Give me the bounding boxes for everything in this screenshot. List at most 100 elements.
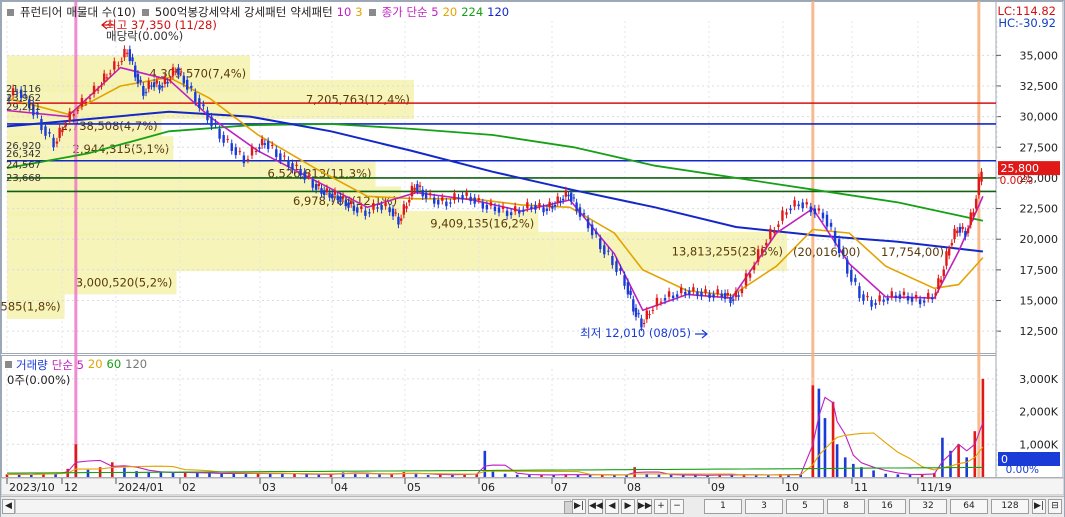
candle-body [428,193,432,196]
candle-body [603,245,606,255]
candle-body [906,296,910,301]
candle-body [339,196,342,203]
candle-body [886,298,889,301]
candle-body [113,61,116,70]
candle-body [250,147,254,156]
candle-body [947,249,951,256]
candle-body [266,141,270,149]
setting-text[interactable]: 매물대 수(10) [66,4,136,20]
candle-body [481,202,485,209]
go-latest-button[interactable]: ▶| [1032,499,1046,514]
candle-body [84,101,88,103]
candle-body [254,150,258,152]
candle-body [150,85,153,87]
volume-bar [669,475,673,477]
volume-bar [872,470,875,477]
candle-body [179,71,183,73]
zoom-out-button[interactable]: − [670,499,684,514]
volume-bar [171,473,175,477]
chart-window: 4,305,570(7,4%) 7,205,763(12,4%) 2,738,508… [0,0,1065,517]
volume-profile-label: 9,409,135(16,2%) [430,216,534,230]
legend-square-icon [368,8,376,16]
candle-body [131,57,134,62]
candle-body [655,297,659,307]
candle-body [645,310,649,320]
candle-body [287,159,290,167]
candle-body [61,130,64,133]
candle-body [242,155,246,164]
stock-name[interactable]: 퓨런티어 [20,4,62,20]
zoom-level-button[interactable]: 32 [909,499,947,514]
candle-body [704,289,707,293]
candle-body [629,290,632,295]
weak-pattern-label[interactable]: 약세패턴 [290,4,332,20]
candle-body [958,226,962,233]
candle-body [785,212,788,215]
volume-bar [817,388,821,477]
indicator-label[interactable]: 500억봉강세약세 강세패턴 [155,4,286,20]
candle-body [825,214,829,227]
candle-body [931,297,934,300]
price-tick-label: 12,500 [1020,325,1059,338]
candle-body [545,208,549,212]
rewind-button[interactable]: ◀◀ [588,499,603,514]
volume-bar [483,450,487,477]
candle-body [263,143,267,145]
x-axis-label: 2023/10 [9,481,55,494]
candle-body [789,208,792,211]
volume-bar [317,474,321,477]
candle-body [964,231,967,237]
fast-forward-button[interactable]: ▶▶ [637,499,652,514]
zoom-level-button[interactable]: 8 [827,499,865,514]
candle-body [314,184,318,190]
zoom-level-button[interactable]: 3 [745,499,783,514]
volume-tick-label: 3,000K [1019,373,1058,386]
candle-body [461,195,464,200]
candle-body [773,230,776,234]
candle-body [68,111,71,122]
candle-body [360,206,363,209]
candle-body [720,293,723,297]
price-tick-label: 17,500 [1020,264,1059,277]
volume-bar [220,473,223,477]
candle-body [648,313,651,315]
candle-body [805,202,808,205]
candle-body [397,216,400,225]
zoom-level-button[interactable]: 128 [991,499,1029,514]
candle-body [756,249,760,262]
scroll-end-button[interactable]: ▶| [572,499,586,514]
candle-body [829,222,833,227]
volume-title[interactable]: 거래량 [16,357,48,373]
zoom-level-button[interactable]: 64 [950,499,988,514]
zoom-level-button[interactable]: 1 [704,499,742,514]
scroll-left-button[interactable]: ◀ [2,499,15,514]
candle-body [147,81,150,89]
candle-body [489,202,493,206]
x-axis-label: 06 [481,481,495,494]
zoom-level-button[interactable]: 5 [786,499,824,514]
candle-body [700,291,703,297]
zoom-level-button[interactable]: 16 [868,499,906,514]
volume-bar [256,473,260,477]
candle-body [421,189,424,197]
candle-body [230,143,233,151]
play-button[interactable]: ▶ [621,499,635,514]
chart-scrollbar[interactable] [15,499,573,514]
ma-label[interactable]: 종가 단순 5 [382,4,439,20]
candle-body [801,202,804,209]
candle-body [712,294,715,298]
candle-body [594,231,598,235]
stock-chart[interactable]: 4,305,570(7,4%)7,205,763(12,4%)2,738,508… [1,1,1064,496]
candle-body [518,210,521,214]
candle-body [752,265,756,270]
candle-body [626,282,630,295]
candle-body [692,287,695,292]
step-back-button[interactable]: ◀ [605,499,619,514]
settings-button[interactable]: ⊟ [1048,499,1062,514]
zoom-in-button[interactable]: + [654,499,668,514]
candle-body [198,98,201,109]
ma120-label: 120 [487,5,510,19]
candle-body [341,196,345,199]
candle-body [76,110,80,112]
candle-body [331,193,334,199]
